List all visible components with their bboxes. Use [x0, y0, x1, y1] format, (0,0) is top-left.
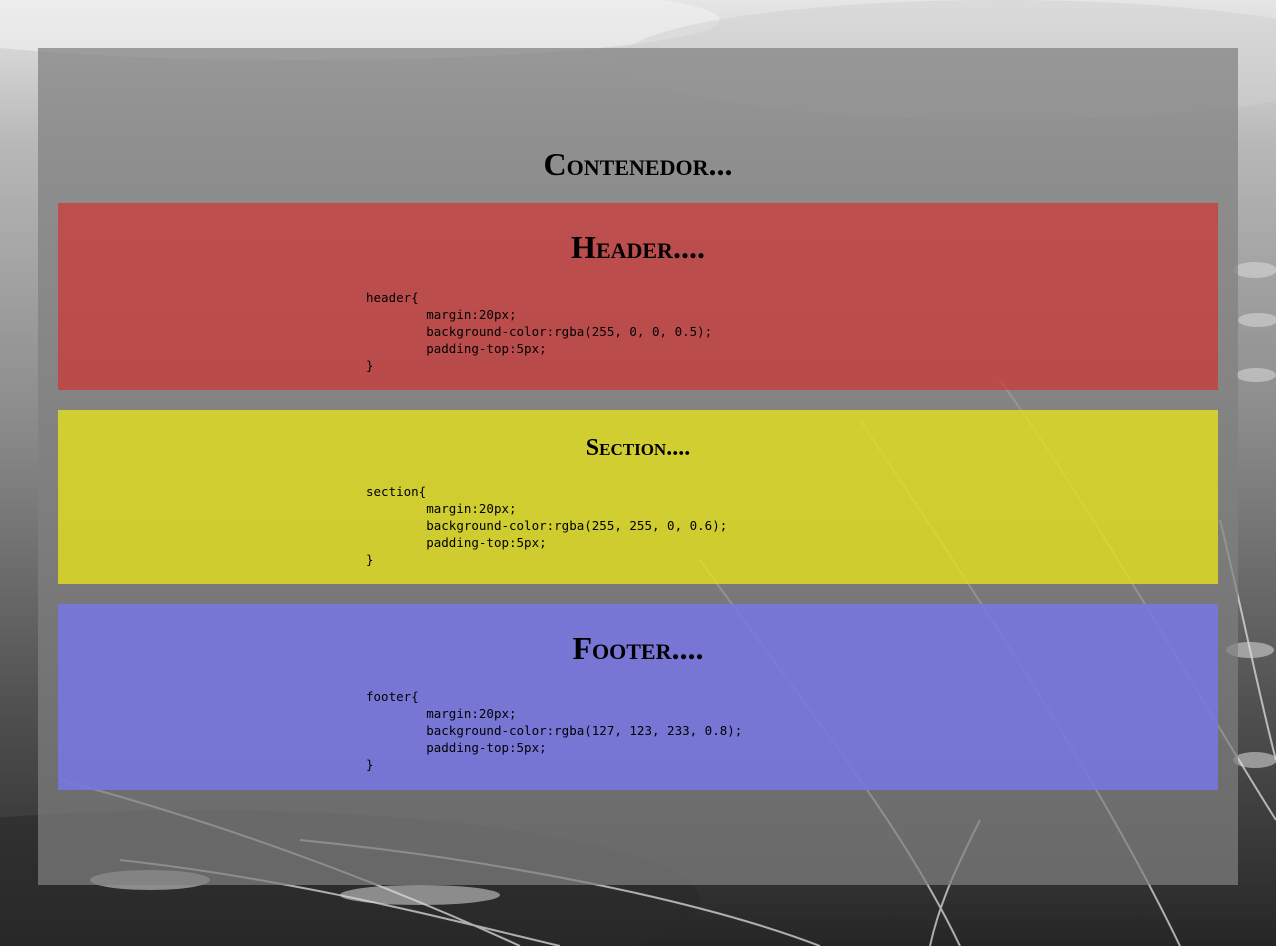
- footer-code: footer{ margin:20px; background-color:rg…: [366, 689, 743, 772]
- container-title: Contenedor...: [543, 146, 733, 182]
- header-block: Header.... header{ margin:20px; backgrou…: [58, 203, 1218, 390]
- header-title: Header....: [571, 229, 705, 265]
- section-title: Section....: [585, 435, 691, 461]
- footer-title: Footer....: [572, 630, 704, 666]
- footer-block: Footer.... footer{ margin:20px; backgrou…: [58, 604, 1218, 790]
- section-code: section{ margin:20px; background-color:r…: [366, 484, 728, 567]
- header-code: header{ margin:20px; background-color:rg…: [366, 290, 713, 373]
- container-panel: Contenedor... Header.... header{ margin:…: [38, 48, 1238, 885]
- section-block: Section.... section{ margin:20px; backgr…: [58, 410, 1218, 584]
